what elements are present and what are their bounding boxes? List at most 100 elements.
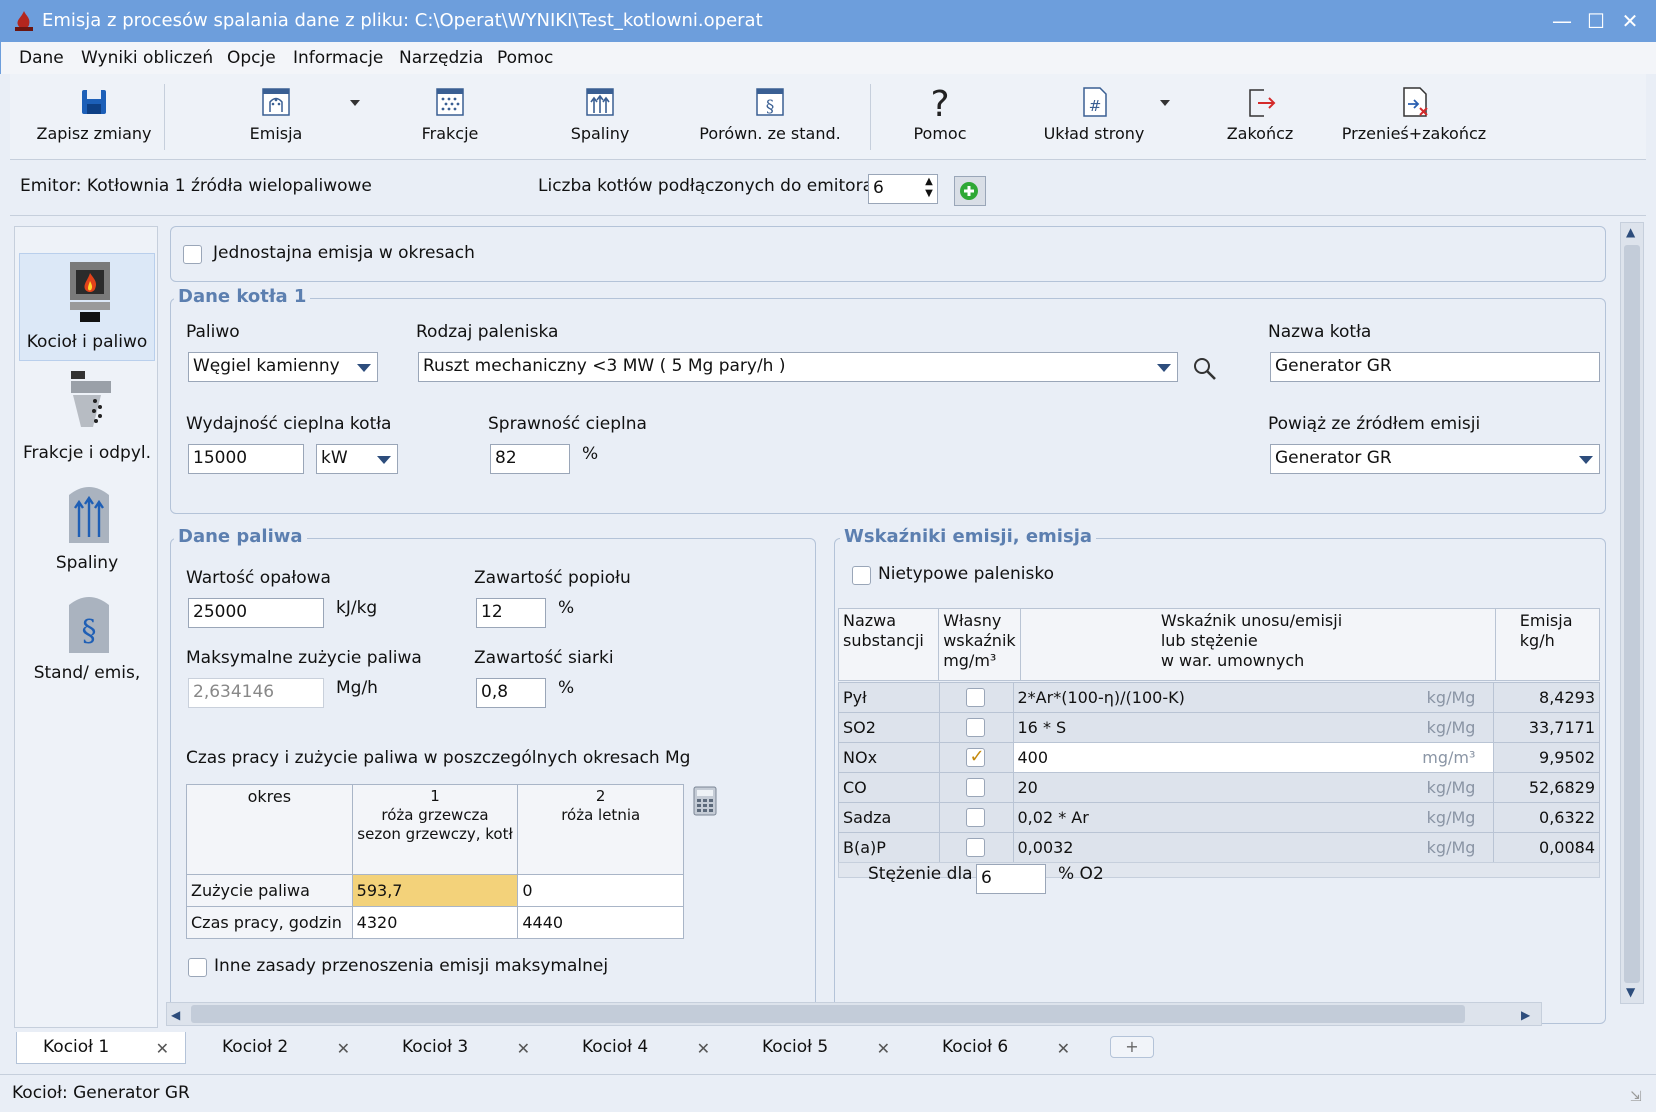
uklad-dropdown-arrow-icon[interactable] xyxy=(1160,100,1170,106)
other-rules-checkbox[interactable] xyxy=(188,958,207,977)
zakoncz-button[interactable]: Zakończ xyxy=(1190,74,1330,160)
maximize-button[interactable]: ☐ xyxy=(1578,6,1614,36)
window-title: Emisja z procesów spalania dane z pliku:… xyxy=(42,10,763,31)
menu-wyniki[interactable]: Wyniki obliczeń xyxy=(81,48,213,68)
table-row: B(a)P 0,0032 kg/Mg 0,0084 xyxy=(837,832,1600,863)
factor-cell[interactable]: 400 mg/m³ xyxy=(1012,742,1495,773)
close-tab-icon[interactable]: ✕ xyxy=(877,1039,890,1058)
factor-cell[interactable]: 16 * S kg/Mg xyxy=(1012,712,1495,743)
own-factor-checkbox[interactable] xyxy=(966,778,986,797)
period-2-number: 2 xyxy=(595,787,606,805)
nav-spaliny[interactable]: Spaliny xyxy=(19,475,155,583)
scroll-thumb[interactable] xyxy=(191,1005,1465,1023)
svg-text:§: § xyxy=(766,97,775,117)
pomoc-button[interactable]: ? Pomoc xyxy=(870,74,1010,160)
left-navigation: Kocioł i paliwo Frakcje i odpyl. Spaliny… xyxy=(14,226,158,1028)
menu-pomoc[interactable]: Pomoc xyxy=(497,48,553,68)
header-line: Nazwa xyxy=(843,611,897,630)
calculator-icon[interactable] xyxy=(692,786,718,816)
spaliny-button[interactable]: Spaliny xyxy=(520,74,680,160)
menu-informacje[interactable]: Informacje xyxy=(293,48,383,68)
own-factor-checkbox[interactable] xyxy=(966,718,986,737)
close-tab-icon[interactable]: ✕ xyxy=(156,1039,169,1058)
capacity-input[interactable]: 15000 xyxy=(188,444,304,474)
scroll-right-icon[interactable]: ▶ xyxy=(1521,1008,1530,1022)
resize-grip-icon[interactable]: ⇲ xyxy=(1630,1089,1642,1105)
table-row: Sadza 0,02 * Ar kg/Mg 0,6322 xyxy=(837,802,1600,833)
menu-opcje[interactable]: Opcje xyxy=(227,48,276,68)
emisja-dropdown-arrow-icon[interactable] xyxy=(350,100,360,106)
header-okres: okres xyxy=(186,784,353,875)
factor-unit: kg/Mg xyxy=(1426,688,1476,707)
spinner-arrows-icon[interactable]: ▲ ▼ xyxy=(922,176,936,202)
cell-value[interactable]: 4320 xyxy=(351,906,519,939)
own-factor-checkbox[interactable] xyxy=(966,746,986,767)
save-button[interactable]: Zapisz zmiany xyxy=(24,74,164,160)
header-line: wskaźnik xyxy=(943,631,1016,650)
nav-stand-emis[interactable]: § Stand/ emis, xyxy=(19,585,155,693)
tab-kociol-1[interactable]: Kocioł 1 ✕ xyxy=(16,1032,186,1064)
own-factor-checkbox[interactable] xyxy=(966,808,986,827)
header-line: kg/h xyxy=(1519,631,1555,650)
factor-cell[interactable]: 20 kg/Mg xyxy=(1012,772,1495,803)
search-icon[interactable] xyxy=(1192,356,1218,382)
menu-dane[interactable]: Dane xyxy=(19,48,64,68)
close-tab-icon[interactable]: ✕ xyxy=(1057,1039,1070,1058)
tab-kociol-6[interactable]: Kocioł 6 ✕ xyxy=(916,1032,1086,1064)
close-tab-icon[interactable]: ✕ xyxy=(337,1039,350,1058)
przenies-button[interactable]: Przenieś+zakończ xyxy=(1324,74,1504,160)
frakcje-button[interactable]: Frakcje xyxy=(380,74,520,160)
atypical-furnace-checkbox[interactable] xyxy=(852,566,871,585)
cell-value[interactable]: 593,7 xyxy=(351,874,519,907)
emission-data-table: Pył 2*Ar*(100-η)/(100-K) kg/Mg 8,4293 SO2 16 … xyxy=(837,682,1600,863)
close-tab-icon[interactable]: ✕ xyxy=(517,1039,530,1058)
table-row: SO2 16 * S kg/Mg 33,7171 xyxy=(837,712,1600,743)
horizontal-scrollbar[interactable]: ◀ ▶ xyxy=(166,1002,1542,1026)
cell-value[interactable]: 0 xyxy=(517,874,684,907)
efficiency-input[interactable]: 82 xyxy=(490,444,570,474)
atypical-furnace-label: Nietypowe palenisko xyxy=(878,564,1054,584)
scroll-thumb[interactable] xyxy=(1624,245,1640,983)
substance-name: B(a)P xyxy=(837,832,941,863)
scroll-down-icon[interactable]: ▼ xyxy=(1626,985,1635,999)
tab-kociol-4[interactable]: Kocioł 4 ✕ xyxy=(556,1032,726,1064)
svg-text:§: § xyxy=(82,614,97,649)
own-factor-checkbox[interactable] xyxy=(966,838,986,857)
sulfur-input[interactable]: 0,8 xyxy=(476,678,546,708)
nav-kociol-paliwo[interactable]: Kocioł i paliwo xyxy=(19,253,155,361)
factor-cell[interactable]: 0,0032 kg/Mg xyxy=(1012,832,1495,863)
add-tab-icon[interactable]: + xyxy=(1110,1036,1154,1058)
vertical-scrollbar[interactable]: ▲ ▼ xyxy=(1620,222,1644,1004)
emission-group-title: Wskaźniki emisji, emisja xyxy=(840,526,1097,547)
calorific-input[interactable]: 25000 xyxy=(188,598,324,628)
emisja-button[interactable]: Emisja xyxy=(206,74,346,160)
factor-cell[interactable]: 2*Ar*(100-η)/(100-K) kg/Mg xyxy=(1012,682,1495,713)
cell-value[interactable]: 4440 xyxy=(517,906,684,939)
nav-label: Kocioł i paliwo xyxy=(26,332,148,352)
ash-input[interactable]: 12 xyxy=(476,598,546,628)
factor-cell[interactable]: 0,02 * Ar kg/Mg xyxy=(1012,802,1495,833)
nav-frakcje[interactable]: Frakcje i odpyl. xyxy=(19,365,155,473)
own-factor-checkbox[interactable] xyxy=(966,688,986,707)
tab-kociol-5[interactable]: Kocioł 5 ✕ xyxy=(736,1032,906,1064)
boiler-name-input[interactable]: Generator GR xyxy=(1270,352,1600,382)
table-row: NOx 400 mg/m³ 9,9502 xyxy=(837,742,1600,773)
close-tab-icon[interactable]: ✕ xyxy=(697,1039,710,1058)
scroll-up-icon[interactable]: ▲ xyxy=(1626,225,1635,239)
scroll-left-icon[interactable]: ◀ xyxy=(171,1008,180,1022)
menu-narzedzia[interactable]: Narzędzia xyxy=(399,48,483,68)
concentration-input[interactable]: 6 xyxy=(976,864,1046,894)
fuel-combo[interactable]: Węgiel kamienny xyxy=(188,352,378,382)
link-source-combo[interactable]: Generator GR xyxy=(1270,444,1600,474)
minimize-button[interactable]: — xyxy=(1544,6,1580,36)
add-boiler-button[interactable] xyxy=(954,176,986,206)
tab-kociol-2[interactable]: Kocioł 2 ✕ xyxy=(196,1032,366,1064)
furnace-combo[interactable]: Ruszt mechaniczny <3 MW ( 5 Mg pary/h ) xyxy=(418,352,1178,382)
uklad-strony-button[interactable]: # Układ strony xyxy=(1014,74,1174,160)
furnace-value: Ruszt mechaniczny <3 MW ( 5 Mg pary/h ) xyxy=(423,356,786,376)
capacity-unit-combo[interactable]: kW xyxy=(316,444,398,474)
tab-kociol-3[interactable]: Kocioł 3 ✕ xyxy=(376,1032,546,1064)
uniform-emission-checkbox[interactable] xyxy=(183,245,202,264)
close-window-button[interactable]: ✕ xyxy=(1612,6,1648,36)
porown-button[interactable]: § Porówn. ze stand. xyxy=(680,74,860,160)
